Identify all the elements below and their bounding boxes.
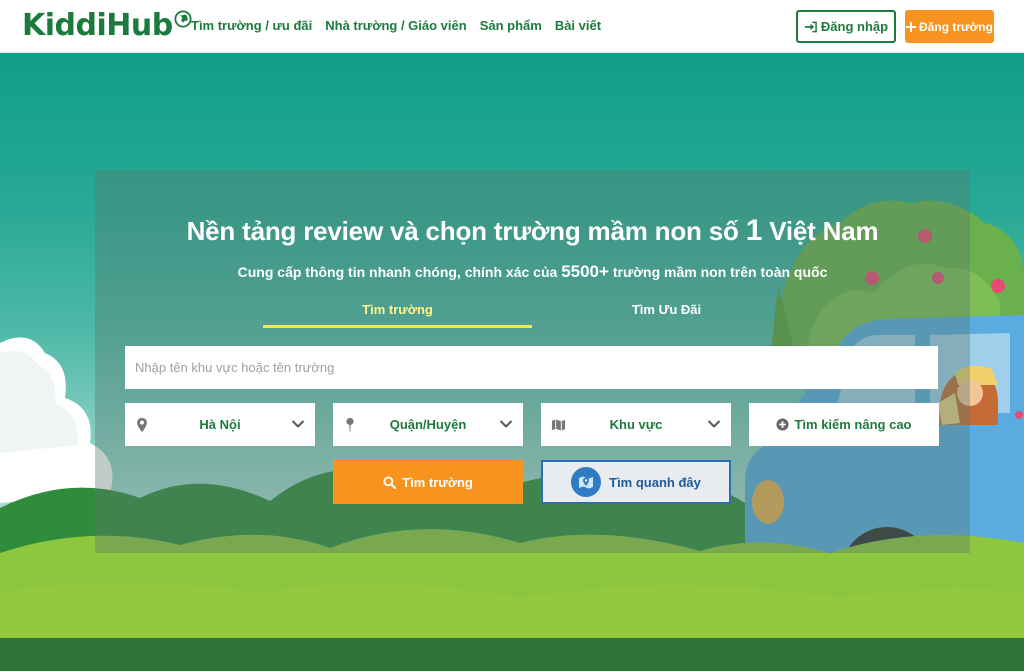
plus-circle-icon xyxy=(776,418,790,431)
hero-subtitle: Cung cấp thông tin nhanh chóng, chính xá… xyxy=(95,262,970,282)
search-school-label: Tìm trường xyxy=(402,474,473,490)
footer-band xyxy=(0,638,1024,671)
map-icon xyxy=(551,419,566,431)
nav-item-articles[interactable]: Bài viết xyxy=(555,18,601,33)
nav-item-products[interactable]: Sản phẩm xyxy=(480,18,542,33)
hero-title: Nền tảng review và chọn trường mầm non s… xyxy=(95,214,970,248)
advanced-search-button[interactable]: Tìm kiếm nâng cao xyxy=(749,403,939,446)
chevron-down-icon xyxy=(499,420,513,428)
register-label: Đăng trường xyxy=(919,19,993,34)
district-select-value: Quận/Huyện xyxy=(389,417,467,432)
area-select[interactable]: Khu vực xyxy=(541,403,731,446)
chevron-down-icon xyxy=(291,420,305,428)
chevron-down-icon xyxy=(707,420,721,428)
city-select-value: Hà Nội xyxy=(199,417,241,432)
main-nav: Tìm trường / ưu đãi Nhà trường / Giáo vi… xyxy=(191,18,601,33)
hero-section: Nền tảng review và chọn trường mầm non s… xyxy=(0,53,1024,671)
search-school-button[interactable]: Tìm trường xyxy=(333,460,523,504)
globe-icon xyxy=(174,10,192,28)
plus-icon xyxy=(906,21,917,32)
search-panel: Nền tảng review và chọn trường mầm non s… xyxy=(95,170,970,553)
hero-subtitle-number: 5500+ xyxy=(561,262,609,281)
login-button[interactable]: Đăng nhập xyxy=(796,10,896,43)
nav-item-schools-teachers[interactable]: Nhà trường / Giáo viên xyxy=(325,18,466,33)
hero-subtitle-suffix: trường mầm non trên toàn quốc xyxy=(608,264,828,280)
logo[interactable]: KiddiHub xyxy=(22,8,192,44)
nav-item-find-school[interactable]: Tìm trường / ưu đãi xyxy=(191,18,312,33)
hero-title-number: 1 xyxy=(745,214,763,247)
location-pin-icon xyxy=(137,417,147,433)
site-header: KiddiHub Tìm trường / ưu đãi Nhà trường … xyxy=(0,0,1024,53)
search-nearby-label: Tìm quanh đây xyxy=(609,474,701,490)
register-school-button[interactable]: Đăng trường xyxy=(905,10,994,43)
tab-find-school[interactable]: Tìm trường xyxy=(263,302,532,328)
sign-in-icon xyxy=(804,21,817,32)
district-select[interactable]: Quận/Huyện xyxy=(333,403,523,446)
pushpin-icon xyxy=(346,417,354,433)
tab-find-deals[interactable]: Tìm Ưu Đãi xyxy=(532,302,801,328)
search-nearby-button[interactable]: Tìm quanh đây xyxy=(541,460,731,504)
search-icon xyxy=(383,475,397,489)
city-select[interactable]: Hà Nội xyxy=(125,403,315,446)
hero-subtitle-prefix: Cung cấp thông tin nhanh chóng, chính xá… xyxy=(237,264,562,280)
search-input[interactable] xyxy=(125,346,938,389)
hero-title-suffix: Việt Nam xyxy=(762,216,879,246)
advanced-search-label: Tìm kiếm nâng cao xyxy=(794,417,912,432)
nearby-map-icon xyxy=(571,467,602,497)
area-select-value: Khu vực xyxy=(609,417,663,432)
logo-text: KiddiHub xyxy=(22,8,173,43)
login-label: Đăng nhập xyxy=(820,19,889,34)
hero-title-prefix: Nền tảng review và chọn trường mầm non s… xyxy=(186,216,746,246)
